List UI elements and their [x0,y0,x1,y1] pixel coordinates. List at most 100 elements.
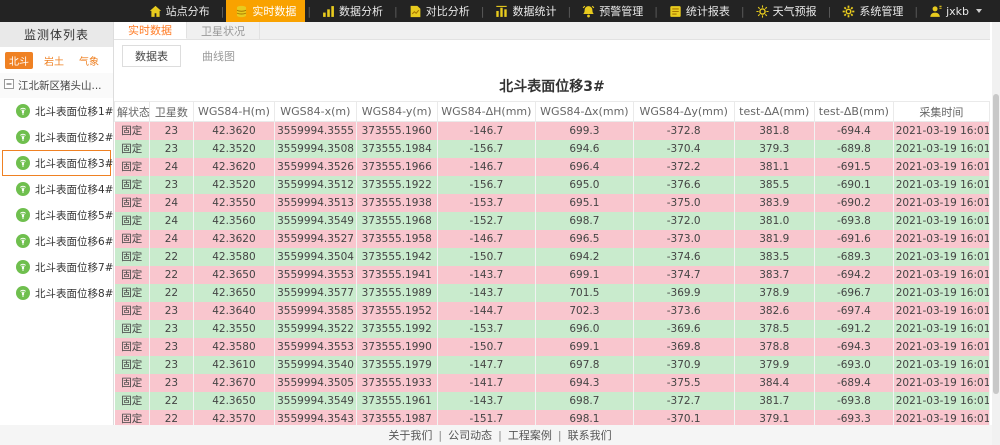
table-cell: 固定 [115,302,150,320]
sidebar-item-2[interactable]: 北斗表面位移2# [2,124,111,150]
table-cell: 699.1 [535,338,633,356]
subtab-0[interactable]: 数据表 [122,45,181,67]
table-cell: 3559994.3508 [275,140,356,158]
footer-link-1[interactable]: 公司动态 [448,427,492,443]
table-cell: 373555.1966 [356,158,437,176]
sidebar-tab-2[interactable]: 气象 [75,52,103,69]
table-cell: 383.5 [734,248,815,266]
table-cell: 22 [150,248,194,266]
nav-separator: | [565,5,573,18]
broadcast-icon [16,130,30,144]
nav-separator: | [392,5,400,18]
sidebar-item-label: 北斗表面位移2# [35,130,113,145]
table-cell: 2021-03-19 16:01:20 [893,338,989,356]
table-cell: -144.7 [437,302,535,320]
sidebar-item-5[interactable]: 北斗表面位移5# [2,202,111,228]
table-row: 固定2442.35603559994.3549373555.1968-152.7… [115,212,990,230]
table-cell: 383.9 [734,194,815,212]
table-cell: -690.1 [815,176,894,194]
table-cell: 378.8 [734,338,815,356]
table-cell: 固定 [115,320,150,338]
table-cell: 42.3620 [193,158,274,176]
nav-item-label: 预警管理 [599,3,643,19]
tab-0[interactable]: 实时数据 [114,22,187,39]
nav-item-compare-analysis[interactable]: 对比分析 [400,0,479,22]
user-name: jxkb [946,5,969,18]
sidebar-item-8[interactable]: 北斗表面位移8# [2,280,111,306]
page-scrollbar[interactable] [992,22,1000,445]
footer-link-3[interactable]: 联系我们 [568,427,612,443]
table-cell: -372.0 [633,212,734,230]
sidebar-item-3[interactable]: 北斗表面位移3# [2,150,111,176]
table-cell: -372.2 [633,158,734,176]
nav-item-system-management[interactable]: 系统管理 [833,0,912,22]
table-cell: 3559994.3527 [275,230,356,248]
nav-item-statistical-reports[interactable]: 统计报表 [660,0,739,22]
table-cell: 373555.1990 [356,338,437,356]
nav-separator: | [219,5,227,18]
table-cell: -375.0 [633,194,734,212]
table-cell: 2021-03-19 16:01:24 [893,284,989,302]
main-tabs: 实时数据卫星状况 [114,22,990,40]
table-cell: 23 [150,356,194,374]
table-cell: 383.7 [734,266,815,284]
broadcast-icon [16,208,30,222]
table-cell: -376.6 [633,176,734,194]
subtab-1[interactable]: 曲线图 [189,45,248,67]
table-cell: 373555.1922 [356,176,437,194]
report-icon [669,5,682,18]
table-cell: 2021-03-19 16:01:21 [893,320,989,338]
table-cell: 2021-03-19 16:01:26 [893,248,989,266]
nav-item-alert-management[interactable]: 预警管理 [573,0,652,22]
scrollbar-thumb[interactable] [993,94,999,394]
nav-item-realtime-data[interactable]: 实时数据 [226,0,305,22]
table-cell: 2021-03-19 16:01:32 [893,158,989,176]
sidebar-item-6[interactable]: 北斗表面位移6# [2,228,111,254]
table-cell: 2021-03-19 16:01:19 [893,356,989,374]
table-cell: -372.8 [633,122,734,140]
table-cell: 固定 [115,212,150,230]
table-cell: 3559994.3526 [275,158,356,176]
tab-1[interactable]: 卫星状况 [187,22,260,39]
table-cell: 24 [150,158,194,176]
table-cell: -691.5 [815,158,894,176]
sidebar-item-4[interactable]: 北斗表面位移4# [2,176,111,202]
table-cell: 373555.1989 [356,284,437,302]
table-cell: -143.7 [437,392,535,410]
table-cell: 3559994.3555 [275,122,356,140]
table-row: 固定2242.36503559994.3553373555.1941-143.7… [115,266,990,284]
table-cell: -693.8 [815,212,894,230]
table-cell: 42.3610 [193,356,274,374]
data-table: 解状态卫星数WGS84-H(m)WGS84-x(m)WGS84-y(m)WGS8… [114,101,990,428]
table-cell: -691.2 [815,320,894,338]
table-cell: -143.7 [437,284,535,302]
footer-link-0[interactable]: 关于我们 [388,427,432,443]
nav-item-weather-forecast[interactable]: 天气预报 [747,0,826,22]
nav-item-data-statistics[interactable]: 数据统计 [486,0,565,22]
table-cell: -369.6 [633,320,734,338]
table-cell: 373555.1958 [356,230,437,248]
tree-root-node[interactable]: 江北新区猪头山... [0,73,113,98]
table-row: 固定2342.36703559994.3505373555.1933-141.7… [115,374,990,392]
sidebar-item-1[interactable]: 北斗表面位移1# [2,98,111,124]
nav-item-site-distribution[interactable]: 站点分布 [140,0,219,22]
nav-item-label: 数据分析 [339,3,383,19]
table-cell: -691.6 [815,230,894,248]
nav-item-data-analysis[interactable]: 数据分析 [313,0,392,22]
table-cell: 2021-03-19 16:01:25 [893,266,989,284]
table-cell: -375.5 [633,374,734,392]
table-row: 固定2442.35503559994.3513373555.1938-153.7… [115,194,990,212]
sidebar-item-7[interactable]: 北斗表面位移7# [2,254,111,280]
table-cell: 2021-03-19 16:01:28 [893,230,989,248]
table-row: 固定2342.35203559994.3512373555.1922-156.7… [115,176,990,194]
nav-item-label: 站点分布 [166,3,210,19]
table-cell: 699.1 [535,266,633,284]
user-menu[interactable]: jxkb [920,0,986,22]
table-cell: -374.7 [633,266,734,284]
table-row: 固定2242.36503559994.3549373555.1961-143.7… [115,392,990,410]
footer-link-2[interactable]: 工程案例 [508,427,552,443]
sidebar-tab-1[interactable]: 岩土 [40,52,68,69]
sidebar-tab-0[interactable]: 北斗 [5,52,33,69]
table-cell: 3559994.3553 [275,338,356,356]
table-cell: -150.7 [437,338,535,356]
